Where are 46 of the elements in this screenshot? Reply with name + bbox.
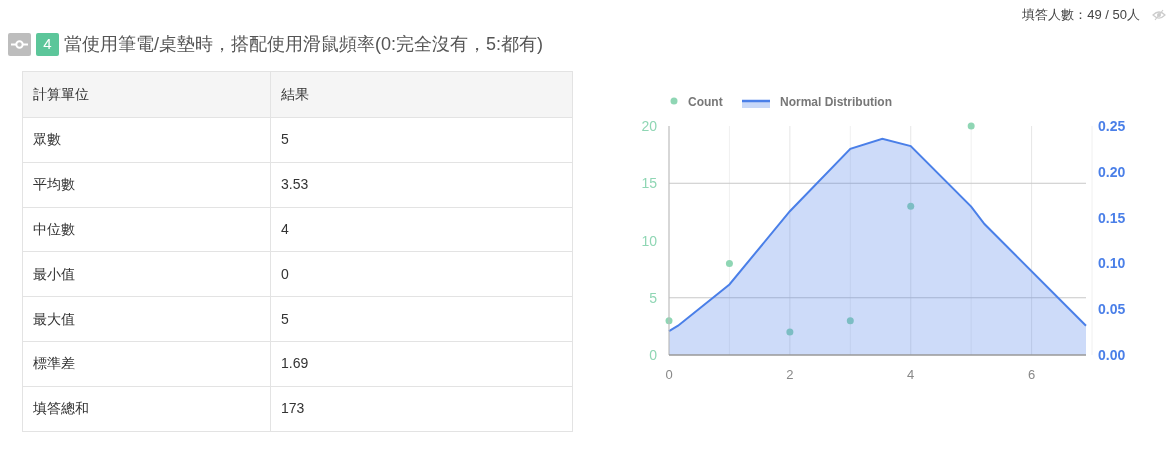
count-point (967, 122, 975, 130)
axis-label: 4 (907, 367, 915, 382)
table-cell: 4 (270, 207, 573, 252)
axis-label: 0 (649, 347, 657, 363)
count-point (786, 328, 794, 336)
column-header: 結果 (270, 71, 573, 118)
question-number-badge: 4 (36, 32, 59, 56)
axis-label: 0.10 (1098, 255, 1126, 272)
legend-label: Normal Distribution (780, 94, 892, 109)
table-cell: 3.53 (270, 162, 573, 208)
axis-label: 0.15 (1098, 209, 1126, 226)
legend-dot-icon (670, 97, 678, 105)
axis-label: 0.25 (1098, 118, 1126, 134)
count-point (725, 259, 733, 267)
table-cell: 1.69 (270, 341, 573, 387)
axis-label: 15 (641, 175, 657, 192)
axis-label: 10 (641, 232, 657, 249)
table-cell: 5 (270, 296, 573, 342)
count-point (665, 317, 673, 325)
table-cell: 平均數 (22, 162, 271, 208)
legend-label: Count (688, 94, 723, 109)
table-cell: 最小值 (22, 251, 271, 297)
respondent-count: 填答人數：49 / 50人 (1022, 6, 1140, 25)
table-cell: 標準差 (22, 341, 271, 387)
table-cell: 最大值 (22, 296, 271, 342)
axis-label: 0.05 (1098, 301, 1126, 318)
table-cell: 5 (270, 117, 573, 163)
table-cell: 173 (270, 386, 573, 432)
count-point (907, 202, 915, 210)
table-cell: 中位數 (22, 207, 271, 252)
table-cell: 0 (270, 251, 573, 297)
table-cell: 填答總和 (22, 386, 271, 432)
column-header: 計算單位 (22, 71, 271, 118)
axis-label: 0 (665, 367, 673, 382)
axis-label: 20 (641, 118, 657, 134)
eye-off-icon[interactable] (1152, 9, 1166, 21)
count-point (846, 317, 854, 325)
legend-area-icon (742, 99, 770, 108)
table-cell: 眾數 (22, 117, 271, 163)
axis-label: 0.20 (1098, 163, 1126, 180)
axis-label: 6 (1028, 367, 1036, 382)
question-title: 當使用筆電/桌墊時，搭配使用滑鼠頻率(0:完全沒有，5:都有) (64, 32, 543, 56)
question-type-icon (8, 32, 31, 56)
axis-label: 2 (786, 367, 794, 382)
axis-label: 5 (649, 289, 657, 306)
axis-label: 0.00 (1098, 347, 1126, 363)
